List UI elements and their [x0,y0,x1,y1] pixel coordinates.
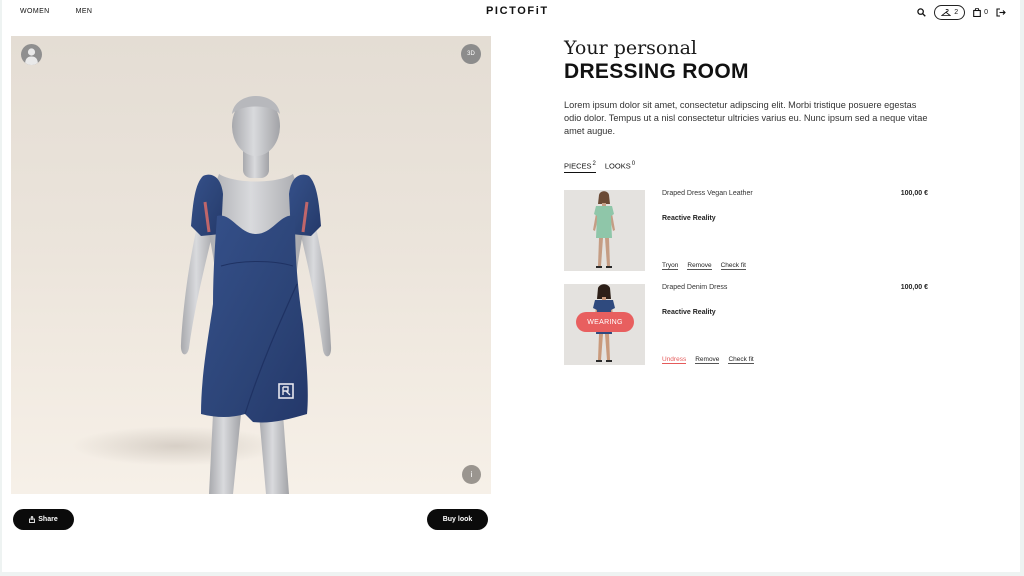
bag-icon [973,8,981,17]
check-fit-link[interactable]: Check fit [728,356,754,364]
hanger-icon [941,8,952,17]
dressing-room-button[interactable]: 2 [934,5,966,20]
tab-looks[interactable]: LOOKS0 [605,161,635,173]
logout-icon[interactable] [996,8,1006,17]
item-actions: Tryon Remove Check fit [662,262,746,270]
tab-pieces[interactable]: PIECES2 [564,161,596,173]
dressing-room-count: 2 [954,9,959,16]
tab-pieces-label: PIECES [564,161,592,171]
avatar-profile-button[interactable] [21,44,42,65]
green-dress-model-image [564,190,645,271]
mannequin-with-dress [180,96,332,494]
item-brand: Reactive Reality [662,309,716,316]
search-icon[interactable] [917,8,926,17]
item-name: Draped Dress Vegan Leather [662,190,753,197]
rotate-360-icon: 3D [467,51,475,57]
nav-women-link[interactable]: WOMEN [20,8,50,15]
tabs: PIECES2 LOOKS0 [564,161,635,173]
item-name: Draped Denim Dress [662,284,728,291]
cart-button[interactable]: 0 [973,8,988,17]
cart-count: 0 [984,9,988,16]
intro-paragraph: Lorem ipsum dolor sit amet, consectetur … [564,100,928,136]
share-button[interactable]: Share [13,509,74,530]
rotate-360-button[interactable]: 3D [461,44,481,64]
share-icon [29,516,36,523]
wearing-badge: WEARING [576,312,634,332]
item-thumbnail[interactable]: WEARING [564,284,645,365]
item-price: 100,00 € [900,190,928,197]
tryon-link[interactable]: Tryon [662,262,679,270]
check-fit-link[interactable]: Check fit [720,262,746,270]
page: WOMEN MEN PICTOFiT 2 0 3D i Share Buy lo… [2,0,1020,572]
share-label: Share [38,516,58,523]
top-nav-right: 2 0 [917,5,1006,20]
page-title-line2: DRESSING ROOM [564,60,749,83]
tab-looks-count: 0 [631,161,636,167]
item-price: 100,00 € [900,284,928,291]
top-nav-left: WOMEN MEN [20,8,92,15]
item-thumbnail[interactable] [564,190,645,271]
item-actions: Undress Remove Check fit [662,356,754,364]
list-item: Draped Dress Vegan Leather 100,00 € Reac… [564,190,928,272]
nav-men-link[interactable]: MEN [76,8,93,15]
avatar-viewer[interactable]: 3D i [11,36,491,494]
tab-pieces-count: 2 [592,161,596,167]
buy-look-button[interactable]: Buy look [427,509,488,530]
brand-logo[interactable]: PICTOFiT [486,5,549,17]
page-title-line1: Your personal [564,37,698,59]
undress-link[interactable]: Undress [662,356,687,364]
avatar-silhouette-icon [25,48,38,65]
info-button[interactable]: i [462,465,481,484]
item-brand: Reactive Reality [662,215,716,222]
tab-looks-label: LOOKS [604,161,631,171]
remove-link[interactable]: Remove [687,262,712,270]
remove-link[interactable]: Remove [695,356,720,364]
list-item: WEARING Draped Denim Dress 100,00 € Reac… [564,284,928,366]
info-icon: i [470,470,473,479]
